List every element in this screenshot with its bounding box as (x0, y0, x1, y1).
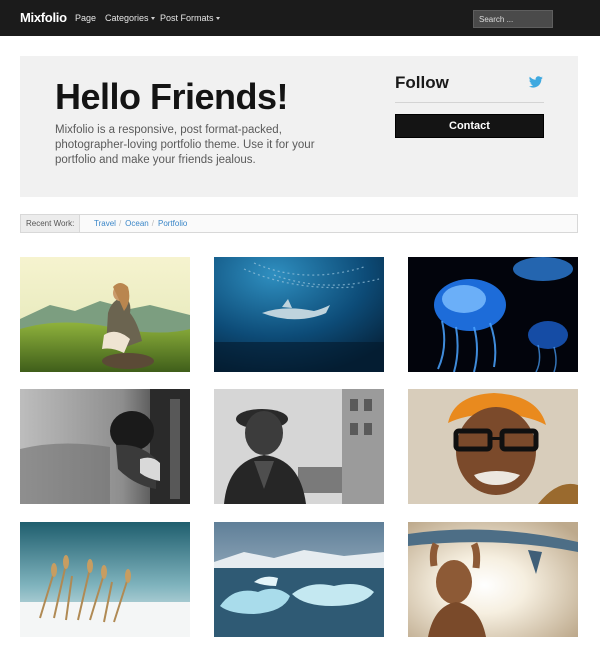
chevron-down-icon (215, 17, 220, 20)
breadcrumb-separator: / (118, 219, 122, 228)
grass-in-snow-photo (20, 522, 190, 637)
nav-item-label: Categories (105, 13, 149, 23)
gallery-item-shark[interactable] (214, 257, 384, 372)
gallery-item-train-window[interactable] (20, 389, 190, 504)
breadcrumb-link-travel[interactable]: Travel (94, 219, 116, 228)
nav-item-page[interactable]: Page (75, 13, 96, 23)
breadcrumb-link-portfolio[interactable]: Portfolio (158, 219, 187, 228)
nav-item-post-formats[interactable]: Post Formats (160, 13, 220, 23)
jellyfish-photo (408, 257, 578, 372)
nav-item-categories[interactable]: Categories (105, 13, 155, 23)
site-brand[interactable]: Mixfolio (20, 10, 67, 25)
breadcrumb-links: Travel / Ocean / Portfolio (94, 215, 187, 232)
nav-item-label: Post Formats (160, 13, 214, 23)
gallery-item-jellyfish[interactable] (408, 257, 578, 372)
nav-item-label: Page (75, 13, 97, 23)
search-input[interactable] (473, 10, 553, 28)
top-navbar: Mixfolio Page Categories Post Formats (0, 0, 600, 36)
chevron-down-icon (150, 17, 155, 20)
old-man-turban-photo (408, 389, 578, 504)
gallery-item-old-man-turban[interactable] (408, 389, 578, 504)
hero-description: Mixfolio is a responsive, post format-pa… (55, 124, 315, 166)
hero-panel: Hello Friends! Mixfolio is a responsive,… (20, 56, 578, 197)
icebergs-photo (214, 522, 384, 637)
gallery-item-grass-in-snow[interactable] (20, 522, 190, 637)
hero-title: Hello Friends! (55, 76, 289, 117)
gallery-item-man-in-cap[interactable] (214, 389, 384, 504)
twitter-bird-icon[interactable] (529, 76, 543, 88)
man-in-cap-photo (214, 389, 384, 504)
follow-heading: Follow (395, 73, 449, 92)
breadcrumb: Recent Work: Travel / Ocean / Portfolio (20, 214, 578, 233)
train-window-photo (20, 389, 190, 504)
gallery-item-icebergs[interactable] (214, 522, 384, 637)
gallery-item-hilltop-woman[interactable] (20, 257, 190, 372)
surfer-photo (408, 522, 578, 637)
breadcrumb-link-ocean[interactable]: Ocean (125, 219, 149, 228)
hilltop-woman-photo (20, 257, 190, 372)
shark-photo (214, 257, 384, 372)
gallery-item-surfer[interactable] (408, 522, 578, 637)
follow-divider (395, 102, 544, 103)
breadcrumb-separator: / (151, 219, 154, 228)
contact-button[interactable]: Contact (395, 114, 544, 138)
breadcrumb-label: Recent Work: (21, 215, 80, 232)
